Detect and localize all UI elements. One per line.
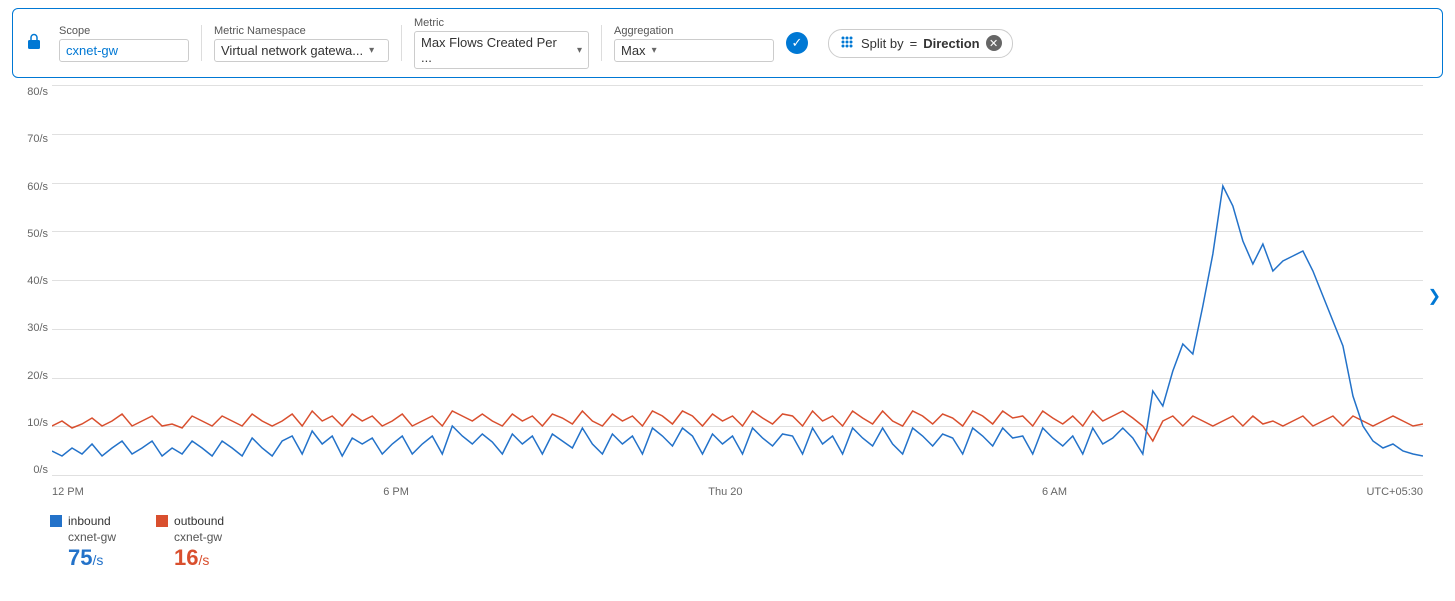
y-label-50: 50/s — [12, 228, 52, 240]
x-label-utc: UTC+05:30 — [1366, 486, 1423, 506]
split-by-badge[interactable]: Split by = Direction ✕ — [828, 29, 1013, 58]
namespace-chevron-icon: ▾ — [369, 45, 374, 56]
check-button[interactable]: ✓ — [786, 32, 808, 54]
split-by-text: Split by — [861, 36, 904, 51]
check-icon: ✓ — [792, 35, 803, 51]
v-divider-3 — [601, 25, 602, 61]
metric-label: Metric — [414, 17, 589, 29]
metric-value: Max Flows Created Per ... — [421, 35, 571, 65]
y-label-30: 30/s — [12, 322, 52, 334]
aggregation-field: Aggregation Max ▾ — [614, 25, 774, 62]
scope-field: Scope — [59, 25, 189, 62]
metric-field: Metric Max Flows Created Per ... ▾ — [414, 17, 589, 69]
legend-inbound: inbound cxnet-gw 75/s — [50, 514, 116, 570]
split-close-icon[interactable]: ✕ — [986, 35, 1002, 51]
namespace-label: Metric Namespace — [214, 25, 389, 37]
split-icon — [839, 34, 855, 53]
chevron-right-icon[interactable]: ❯ — [1428, 286, 1441, 306]
v-divider-2 — [401, 25, 402, 61]
metric-chevron-icon: ▾ — [577, 45, 582, 56]
inbound-sub: cxnet-gw — [50, 530, 116, 544]
outbound-sub: cxnet-gw — [156, 530, 224, 544]
scope-label: Scope — [59, 25, 189, 37]
legend-area: inbound cxnet-gw 75/s outbound cxnet-gw … — [0, 506, 1455, 578]
y-label-0: 0/s — [12, 464, 52, 476]
y-label-70: 70/s — [12, 133, 52, 145]
legend-outbound: outbound cxnet-gw 16/s — [156, 514, 224, 570]
outbound-color-box — [156, 515, 168, 527]
x-label-12pm: 12 PM — [52, 486, 84, 506]
chart-svg — [52, 86, 1423, 476]
lock-icon — [25, 32, 43, 55]
y-label-40: 40/s — [12, 275, 52, 287]
x-axis: 12 PM 6 PM Thu 20 6 AM UTC+05:30 — [52, 486, 1423, 506]
outbound-value: 16 — [174, 545, 198, 570]
split-by-equals: = — [910, 36, 918, 51]
y-label-80: 80/s — [12, 86, 52, 98]
inbound-color-box — [50, 515, 62, 527]
v-divider-1 — [201, 25, 202, 61]
inbound-value: 75 — [68, 545, 92, 570]
inbound-unit: /s — [92, 552, 103, 568]
x-label-thu20: Thu 20 — [708, 486, 742, 506]
y-axis: 0/s 10/s 20/s 30/s 40/s 50/s 60/s 70/s 8… — [12, 86, 52, 476]
aggregation-value: Max — [621, 43, 646, 58]
outbound-label: outbound — [174, 514, 224, 528]
y-label-10: 10/s — [12, 417, 52, 429]
y-label-60: 60/s — [12, 181, 52, 193]
outbound-unit: /s — [199, 552, 210, 568]
namespace-dropdown[interactable]: Virtual network gatewa... ▾ — [214, 39, 389, 62]
x-label-6pm: 6 PM — [383, 486, 409, 506]
aggregation-label: Aggregation — [614, 25, 774, 37]
scope-input[interactable] — [59, 39, 189, 62]
split-by-value: Direction — [923, 36, 979, 51]
toolbar: Scope Metric Namespace Virtual network g… — [12, 8, 1443, 78]
metric-dropdown[interactable]: Max Flows Created Per ... ▾ — [414, 31, 589, 69]
aggregation-chevron-icon: ▾ — [652, 45, 657, 56]
aggregation-dropdown[interactable]: Max ▾ — [614, 39, 774, 62]
inbound-label: inbound — [68, 514, 111, 528]
y-label-20: 20/s — [12, 370, 52, 382]
chart-area: 0/s 10/s 20/s 30/s 40/s 50/s 60/s 70/s 8… — [12, 86, 1443, 506]
x-label-6am: 6 AM — [1042, 486, 1067, 506]
namespace-value: Virtual network gatewa... — [221, 43, 363, 58]
namespace-field: Metric Namespace Virtual network gatewa.… — [214, 25, 389, 62]
